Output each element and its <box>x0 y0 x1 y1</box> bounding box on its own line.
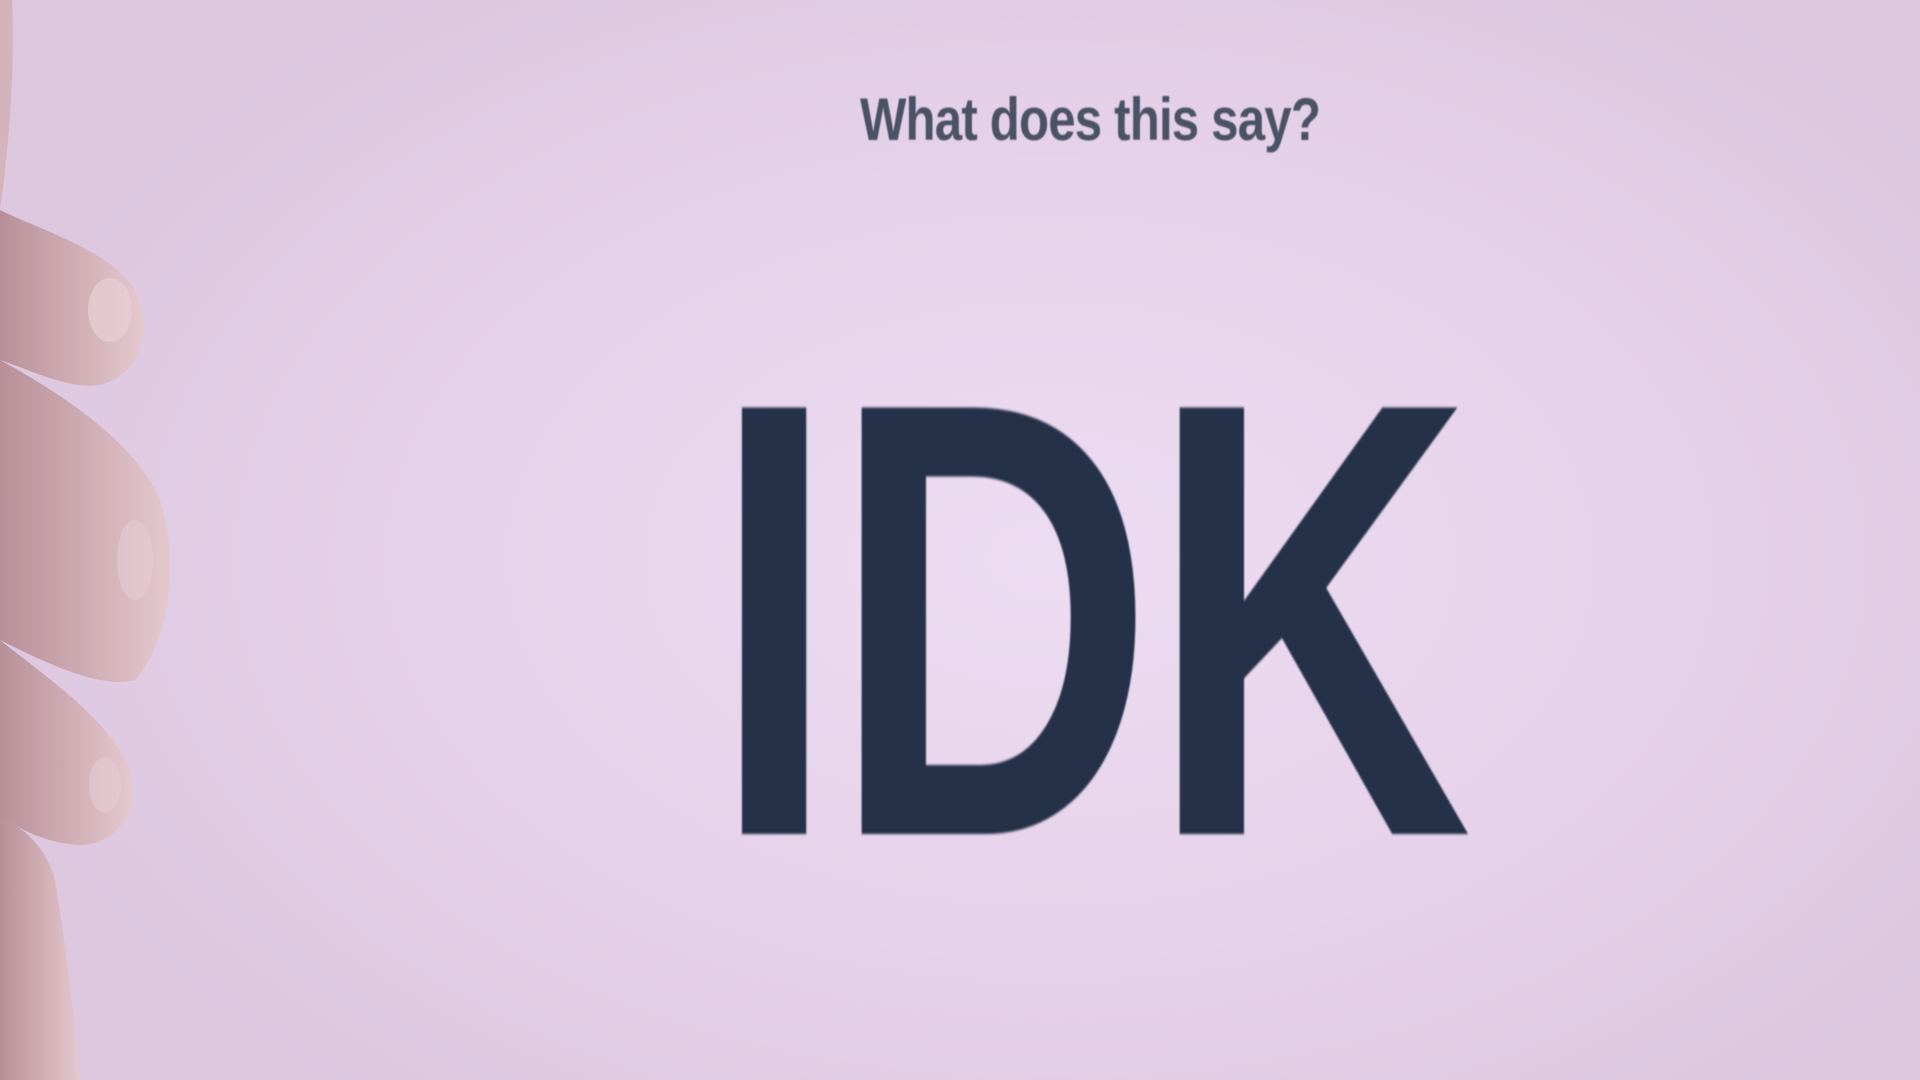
hand-icon <box>0 0 171 1080</box>
question-text: What does this say? <box>859 86 1321 153</box>
paper-card: What does this say? IDK <box>0 0 1920 1080</box>
headline-text: IDK <box>712 274 1472 966</box>
